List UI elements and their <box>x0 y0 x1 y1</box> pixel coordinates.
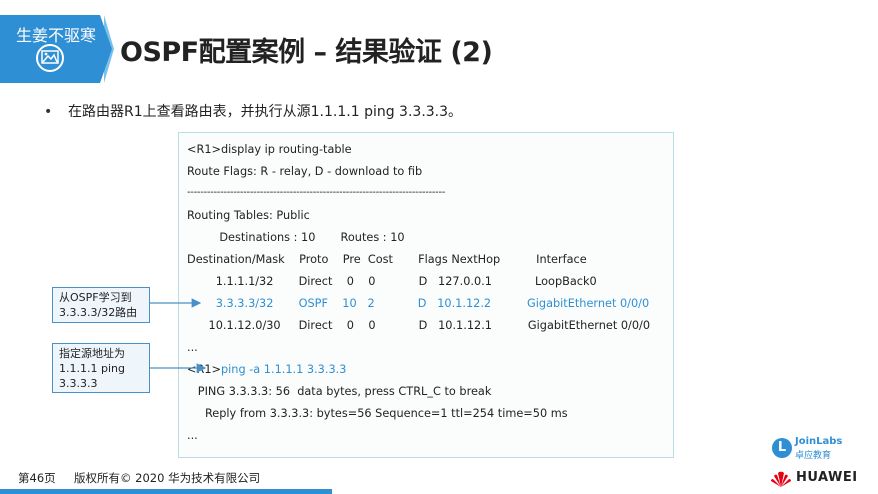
callout-text: 指定源地址为 <box>59 347 125 360</box>
joinlabs-subtitle: 卓应教育 <box>795 451 832 461</box>
huawei-logo: HUAWEI <box>770 470 870 488</box>
callout-text: 3.3.3.3/32路由 <box>59 306 138 319</box>
page-number: 第46页 <box>18 471 56 485</box>
callout-text: 从OSPF学习到 <box>59 291 132 304</box>
callout-arrows <box>150 298 207 373</box>
footer-bar <box>0 489 332 494</box>
callout-text: 3.3.3.3 <box>59 377 98 390</box>
callout-ospf-learned: 从OSPF学习到 3.3.3.3/32路由 <box>52 287 150 323</box>
huawei-wordmark: HUAWEI <box>796 470 858 485</box>
callout-source-address: 指定源地址为 1.1.1.1 ping 3.3.3.3 <box>52 343 150 393</box>
callout-text: 1.1.1.1 ping <box>59 362 125 375</box>
joinlabs-icon: L <box>772 438 792 458</box>
joinlabs-logo: L JoinLabs 卓应教育 <box>772 436 842 462</box>
copyright: 版权所有© 2020 华为技术有限公司 <box>74 471 261 485</box>
huawei-flower-icon <box>771 471 791 487</box>
joinlabs-name: JoinLabs <box>795 436 843 447</box>
